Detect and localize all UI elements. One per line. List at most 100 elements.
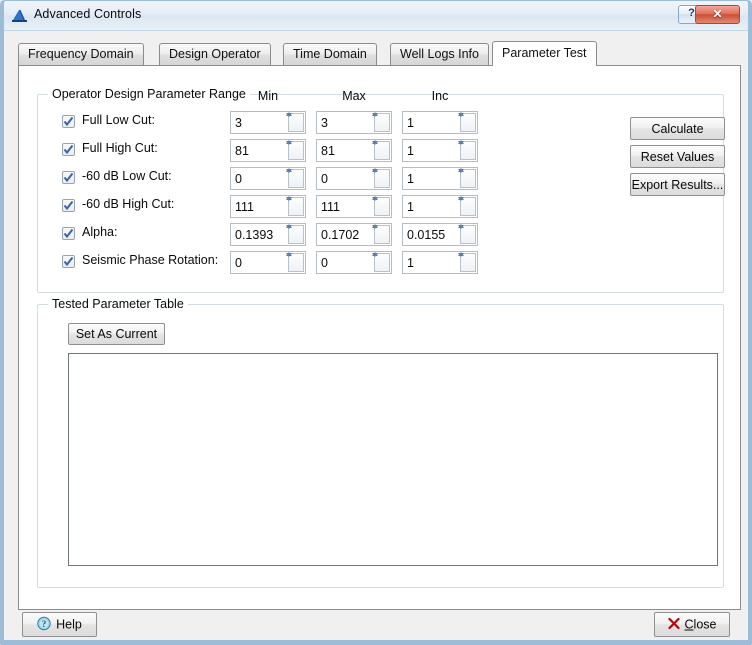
spinner-buttons[interactable]	[372, 252, 390, 272]
title-bar: Advanced Controls ? ✕	[4, 1, 748, 31]
tab-label: Design Operator	[169, 47, 261, 61]
input-seismic-phase-rotation-min[interactable]	[231, 252, 288, 273]
tested-parameter-table-view[interactable]	[68, 353, 718, 566]
spinner-buttons[interactable]	[372, 140, 390, 160]
spinner-minus60db-low-cut-max[interactable]	[316, 167, 392, 190]
export-results-button[interactable]: Export Results...	[630, 173, 725, 196]
label-alpha: Alpha:	[82, 225, 118, 239]
column-header-max: Max	[342, 89, 366, 103]
spinner-buttons[interactable]	[372, 196, 390, 216]
input-minus60db-low-cut-min[interactable]	[231, 168, 288, 189]
input-full-low-cut-min[interactable]	[231, 112, 288, 133]
calculate-button[interactable]: Calculate	[630, 117, 725, 140]
spinner-buttons[interactable]	[286, 112, 304, 132]
tab-label: Time Domain	[293, 47, 367, 61]
spinner-full-high-cut-inc[interactable]	[402, 139, 478, 162]
tab-design-operator[interactable]: Design Operator	[159, 43, 271, 65]
spinner-minus60db-high-cut-max[interactable]	[316, 195, 392, 218]
close-accel: C	[684, 617, 694, 632]
spinner-buttons[interactable]	[286, 140, 304, 160]
close-rest: lose	[693, 617, 717, 632]
group-title: Tested Parameter Table	[48, 297, 188, 311]
spinner-seismic-phase-rotation-inc[interactable]	[402, 251, 478, 274]
titlebar-close-button[interactable]: ✕	[695, 5, 740, 24]
spinner-buttons[interactable]	[286, 252, 304, 272]
spinner-full-low-cut-max[interactable]	[316, 111, 392, 134]
tab-label: Parameter Test	[502, 46, 587, 60]
table-row: -60 dB High Cut:	[38, 195, 723, 219]
input-minus60db-high-cut-min[interactable]	[231, 196, 288, 217]
spinner-full-low-cut-inc[interactable]	[402, 111, 478, 134]
input-minus60db-high-cut-inc[interactable]	[403, 196, 460, 217]
input-full-low-cut-inc[interactable]	[403, 112, 460, 133]
spinner-buttons[interactable]	[458, 140, 476, 160]
table-row: -60 dB Low Cut:	[38, 167, 723, 191]
tab-label: Frequency Domain	[28, 47, 134, 61]
spinner-buttons[interactable]	[286, 196, 304, 216]
spinner-minus60db-high-cut-min[interactable]	[230, 195, 306, 218]
spinner-buttons[interactable]	[458, 252, 476, 272]
input-alpha-inc[interactable]	[403, 224, 460, 245]
input-seismic-phase-rotation-inc[interactable]	[403, 252, 460, 273]
spinner-buttons[interactable]	[458, 224, 476, 244]
checkbox-minus60db-low-cut[interactable]	[62, 171, 75, 184]
checkbox-full-low-cut[interactable]	[62, 115, 75, 128]
input-minus60db-low-cut-inc[interactable]	[403, 168, 460, 189]
input-full-low-cut-max[interactable]	[317, 112, 374, 133]
column-header-min: Min	[257, 89, 279, 103]
spinner-minus60db-low-cut-inc[interactable]	[402, 167, 478, 190]
input-full-high-cut-inc[interactable]	[403, 140, 460, 161]
table-row: Full Low Cut:	[38, 111, 723, 135]
help-button[interactable]: ? Help	[22, 612, 97, 637]
help-button-label: Help	[56, 617, 82, 632]
tab-time-domain[interactable]: Time Domain	[283, 43, 377, 65]
spinner-seismic-phase-rotation-max[interactable]	[316, 251, 392, 274]
spinner-buttons[interactable]	[372, 224, 390, 244]
tested-parameter-table-group: Tested Parameter Table Set As Current	[37, 297, 724, 588]
spinner-buttons[interactable]	[458, 196, 476, 216]
reset-values-button[interactable]: Reset Values	[630, 145, 725, 168]
input-alpha-min[interactable]	[231, 224, 288, 245]
input-seismic-phase-rotation-max[interactable]	[317, 252, 374, 273]
label-minus60db-low-cut: -60 dB Low Cut:	[82, 169, 172, 183]
input-full-high-cut-min[interactable]	[231, 140, 288, 161]
checkbox-alpha[interactable]	[62, 227, 75, 240]
advanced-controls-window: Advanced Controls ? ✕ Frequency Domain D…	[0, 0, 752, 645]
spinner-buttons[interactable]	[286, 168, 304, 188]
spinner-buttons[interactable]	[372, 112, 390, 132]
spinner-buttons[interactable]	[372, 168, 390, 188]
spinner-alpha-inc[interactable]	[402, 223, 478, 246]
set-as-current-button[interactable]: Set As Current	[68, 323, 165, 345]
close-button[interactable]: Close	[654, 612, 730, 637]
input-minus60db-low-cut-max[interactable]	[317, 168, 374, 189]
tab-label: Well Logs Info	[400, 47, 479, 61]
spinner-buttons[interactable]	[286, 224, 304, 244]
table-row: Alpha:	[38, 223, 723, 247]
operator-design-parameter-range-group: Operator Design Parameter Range Min Max …	[37, 87, 725, 293]
tab-well-logs-info[interactable]: Well Logs Info	[390, 43, 489, 65]
spinner-alpha-min[interactable]	[230, 223, 306, 246]
input-full-high-cut-max[interactable]	[317, 140, 374, 161]
column-header-inc: Inc	[431, 89, 449, 103]
checkbox-full-high-cut[interactable]	[62, 143, 75, 156]
close-icon: ✕	[712, 7, 723, 21]
input-minus60db-high-cut-max[interactable]	[317, 196, 374, 217]
spinner-full-high-cut-max[interactable]	[316, 139, 392, 162]
window-title: Advanced Controls	[34, 7, 142, 21]
spinner-alpha-max[interactable]	[316, 223, 392, 246]
checkbox-seismic-phase-rotation[interactable]	[62, 255, 75, 268]
spinner-minus60db-high-cut-inc[interactable]	[402, 195, 478, 218]
tab-frequency-domain[interactable]: Frequency Domain	[18, 43, 144, 65]
svg-text:?: ?	[42, 618, 47, 628]
table-row: Full High Cut:	[38, 139, 723, 163]
spinner-full-high-cut-min[interactable]	[230, 139, 306, 162]
parameter-test-panel: Operator Design Parameter Range Min Max …	[18, 65, 741, 610]
spinner-buttons[interactable]	[458, 168, 476, 188]
checkbox-minus60db-high-cut[interactable]	[62, 199, 75, 212]
spinner-seismic-phase-rotation-min[interactable]	[230, 251, 306, 274]
input-alpha-max[interactable]	[317, 224, 374, 245]
spinner-buttons[interactable]	[458, 112, 476, 132]
tab-parameter-test[interactable]: Parameter Test	[492, 41, 597, 66]
spinner-minus60db-low-cut-min[interactable]	[230, 167, 306, 190]
spinner-full-low-cut-min[interactable]	[230, 111, 306, 134]
